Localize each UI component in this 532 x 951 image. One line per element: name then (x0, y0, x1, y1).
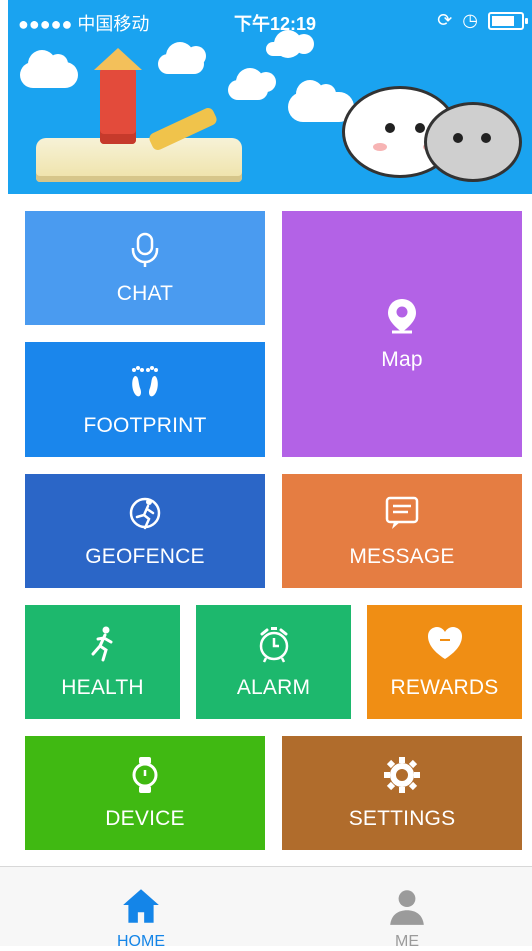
map-label: Map (381, 348, 423, 371)
cloud-decoration (228, 68, 276, 100)
geofence-label: GEOFENCE (85, 545, 205, 568)
health-tile[interactable]: HEALTH (25, 605, 180, 719)
message-tile[interactable]: MESSAGE (282, 474, 522, 588)
settings-label: SETTINGS (348, 807, 456, 830)
footprint-icon (125, 362, 165, 402)
carrier: ●●●●● 中国移动 (18, 14, 150, 34)
mascot-cat (424, 102, 522, 182)
device-tile[interactable]: DEVICE (25, 736, 265, 850)
top-banner: ●●●●● 中国移动 下午12:19 ⟳ ◷ (8, 0, 532, 194)
health-label: HEALTH (61, 676, 144, 699)
heart-icon (425, 624, 465, 664)
map-pin-icon (382, 296, 422, 336)
device-label: DEVICE (105, 807, 185, 830)
alarm-tile[interactable]: ALARM (196, 605, 351, 719)
nav-me[interactable]: ME (274, 867, 532, 950)
rotation-lock-icon: ⟳ (437, 10, 453, 30)
bottom-nav: HOME ME (0, 866, 532, 950)
gear-icon (382, 755, 422, 795)
geofence-icon (125, 493, 165, 533)
status-icons: ⟳ ◷ (437, 10, 528, 31)
message-label: MESSAGE (349, 545, 455, 568)
alarm-clock-icon: ◷ (462, 10, 478, 30)
status-bar: ●●●●● 中国移动 下午12:19 ⟳ ◷ (8, 0, 532, 40)
footprint-label: FOOTPRINT (83, 413, 207, 437)
nav-home[interactable]: HOME (8, 867, 274, 950)
cloud-decoration (266, 30, 314, 58)
footprint-tile[interactable]: FOOTPRINT (25, 342, 265, 457)
message-icon (382, 493, 422, 533)
running-person-icon (83, 624, 123, 664)
home-icon (120, 885, 162, 927)
map-tile[interactable]: Map (282, 211, 522, 457)
settings-tile[interactable]: SETTINGS (282, 736, 522, 850)
user-icon (386, 885, 428, 927)
time: 下午12:19 (234, 14, 317, 34)
chat-label: CHAT (116, 282, 174, 305)
rewards-tile[interactable]: REWARDS (367, 605, 522, 719)
battery-icon (488, 11, 528, 30)
microphone-icon (125, 230, 165, 270)
nav-me-label: ME (395, 933, 419, 950)
tower-illustration (100, 68, 136, 144)
rewards-label: REWARDS (390, 676, 499, 699)
cloud-decoration (20, 50, 78, 88)
cloud-decoration (158, 42, 206, 74)
watch-icon (125, 755, 165, 795)
chat-tile[interactable]: CHAT (25, 211, 265, 325)
alarm-clock-icon (254, 624, 294, 664)
geofence-tile[interactable]: GEOFENCE (25, 474, 265, 588)
book-illustration (36, 138, 242, 182)
alarm-label: ALARM (236, 676, 311, 699)
nav-home-label: HOME (117, 933, 165, 950)
